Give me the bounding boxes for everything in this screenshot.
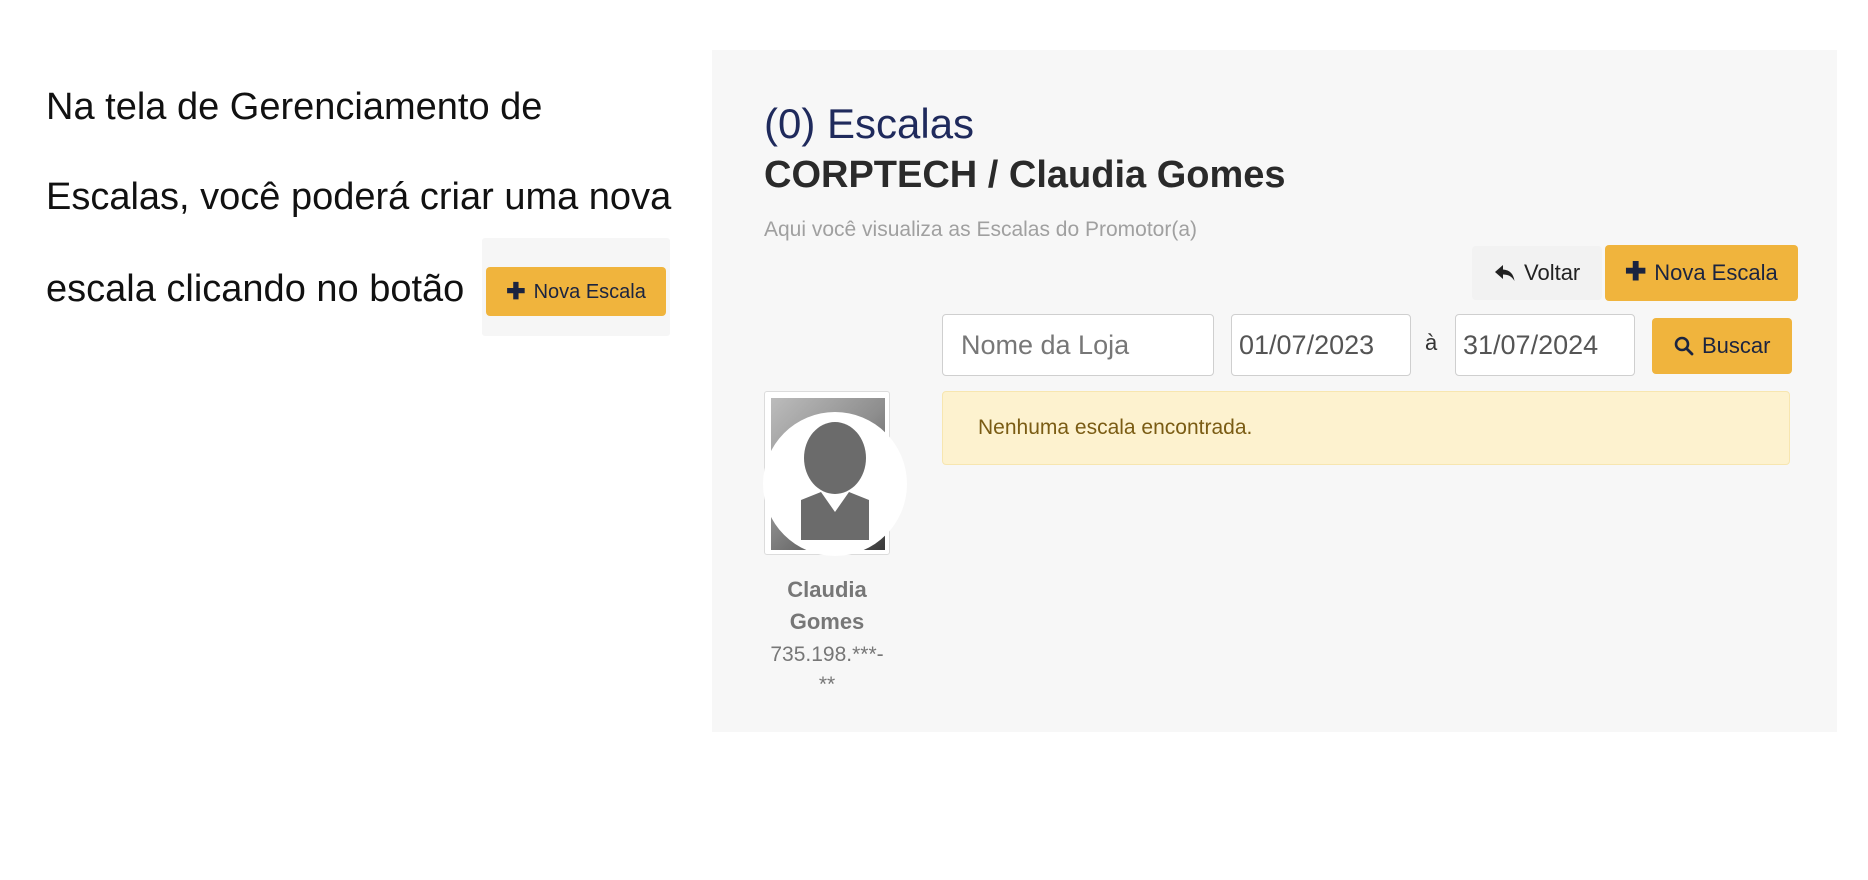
back-button[interactable]: Voltar [1472, 246, 1603, 300]
plus-icon: ✚ [506, 278, 526, 304]
avatar-circle [763, 412, 907, 556]
search-icon [1674, 336, 1694, 356]
page-title: (0) Escalas [764, 100, 975, 147]
date-from-input[interactable] [1231, 314, 1411, 376]
nova-escala-inline-button: ✚ Nova Escala [486, 267, 666, 316]
user-name: Claudia Gomes [742, 574, 912, 638]
user-document-line-2: ** [818, 673, 836, 696]
nova-escala-inline-label: Nova Escala [533, 280, 646, 303]
page-subtitle: CORPTECH / Claudia Gomes [764, 154, 1286, 196]
nova-escala-button[interactable]: ✚ Nova Escala [1605, 245, 1798, 301]
reply-icon [1495, 265, 1515, 281]
empty-result-message: Nenhuma escala encontrada. [978, 416, 1253, 439]
date-separator: à [1425, 330, 1438, 355]
user-name-line-1: Claudia [787, 577, 867, 602]
user-document-line-1: 735.198.***- [770, 643, 884, 666]
instructions-line-3: escala clicando no botão ✚ Nova Escala [46, 238, 686, 340]
instructions-line-2: Escalas, você poderá criar uma nova [46, 176, 672, 218]
inline-button-illustration: ✚ Nova Escala [482, 238, 670, 336]
search-button[interactable]: Buscar [1652, 318, 1793, 374]
instructions-line-3-text: escala clicando no botão [46, 268, 465, 311]
user-avatar-icon [801, 422, 869, 540]
search-button-label: Buscar [1702, 333, 1771, 358]
date-to-input[interactable] [1455, 314, 1635, 376]
page-description: Aqui você visualiza as Escalas do Promot… [764, 218, 1198, 241]
empty-result-alert: Nenhuma escala encontrada. [942, 391, 1790, 465]
user-name-line-2: Gomes [789, 609, 865, 634]
user-document: 735.198.***- ** [742, 640, 912, 700]
avatar-frame [763, 398, 907, 556]
instructions-line-1: Na tela de Gerenciamento de [46, 86, 543, 128]
instructions-text: Na tela de Gerenciamento de Escalas, voc… [46, 62, 686, 340]
store-name-input[interactable] [942, 314, 1214, 376]
escalas-panel: (0) Escalas CORPTECH / Claudia Gomes Aqu… [712, 50, 1837, 732]
plus-icon: ✚ [1625, 258, 1647, 287]
back-button-label: Voltar [1524, 260, 1581, 285]
nova-escala-label: Nova Escala [1654, 260, 1778, 285]
avatar [763, 391, 907, 556]
